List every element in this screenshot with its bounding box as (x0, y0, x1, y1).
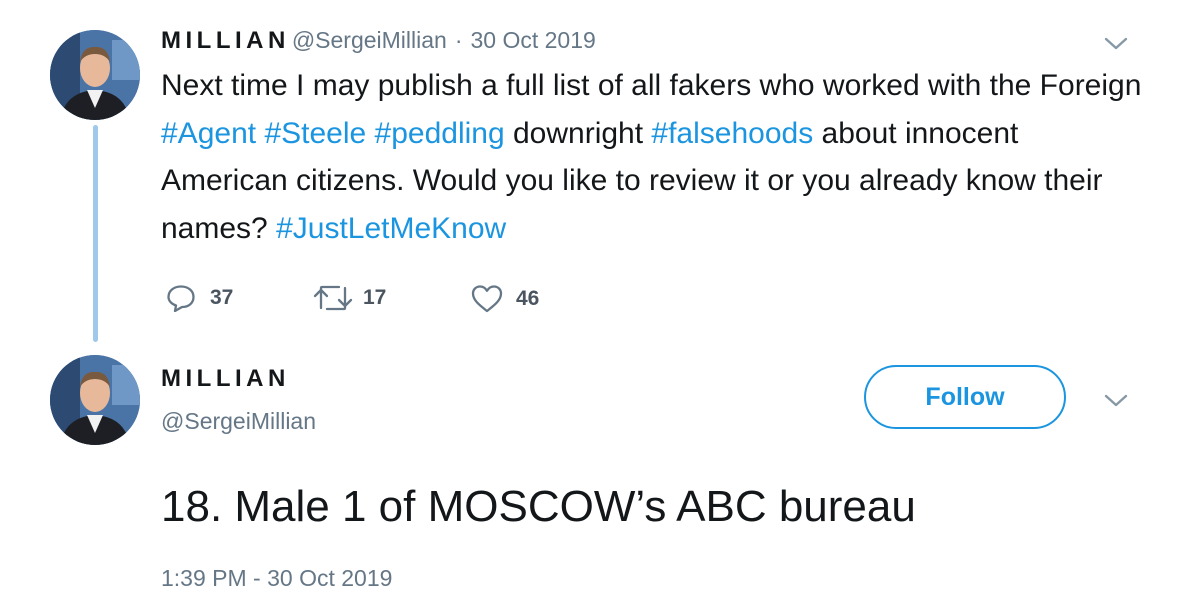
tweet-text-segment: downright (504, 116, 652, 150)
chevron-down-icon[interactable] (1104, 36, 1128, 52)
timestamp[interactable]: 1:39 PM - 30 Oct 2019 (161, 565, 392, 592)
tweet-text: Next time I may publish a full list of a… (161, 62, 1151, 252)
reply-icon[interactable] (166, 284, 196, 312)
avatar[interactable] (50, 30, 140, 120)
hashtag-link[interactable]: #peddling (375, 117, 505, 150)
tweet-text-segment: Next time I may publish a full list of a… (161, 69, 1142, 102)
separator-dot: · (454, 27, 463, 53)
retweet-icon[interactable] (313, 284, 353, 312)
follow-button[interactable]: Follow (864, 365, 1066, 429)
handle[interactable]: @SergeiMillian (292, 27, 447, 54)
chevron-down-icon[interactable] (1104, 393, 1128, 409)
reply-count: 37 (210, 286, 234, 309)
reply-action[interactable]: 37 (166, 284, 233, 312)
avatar[interactable] (50, 355, 140, 445)
tweet-date[interactable]: 30 Oct 2019 (471, 27, 596, 54)
tweet-text-segment (366, 117, 374, 150)
display-name[interactable]: MILLIAN (161, 365, 290, 393)
like-count: 46 (516, 287, 540, 310)
display-name[interactable]: MILLIAN (161, 27, 290, 55)
retweet-action[interactable]: 17 (313, 284, 386, 312)
heart-icon[interactable] (470, 284, 504, 314)
like-action[interactable]: 46 (470, 284, 539, 314)
thread-line (93, 125, 98, 342)
tweet-header: MILLIAN @SergeiMillian · 30 Oct 2019 (161, 27, 596, 55)
tweet-text: 18. Male 1 of MOSCOW’s ABC bureau (161, 482, 916, 531)
hashtag-link[interactable]: #Steele (264, 117, 366, 150)
retweet-count: 17 (363, 286, 387, 309)
hashtag-link[interactable]: #falsehoods (651, 117, 813, 150)
handle[interactable]: @SergeiMillian (161, 408, 316, 435)
hashtag-link[interactable]: #Agent (161, 117, 256, 150)
hashtag-link[interactable]: #JustLetMeKnow (276, 212, 506, 245)
